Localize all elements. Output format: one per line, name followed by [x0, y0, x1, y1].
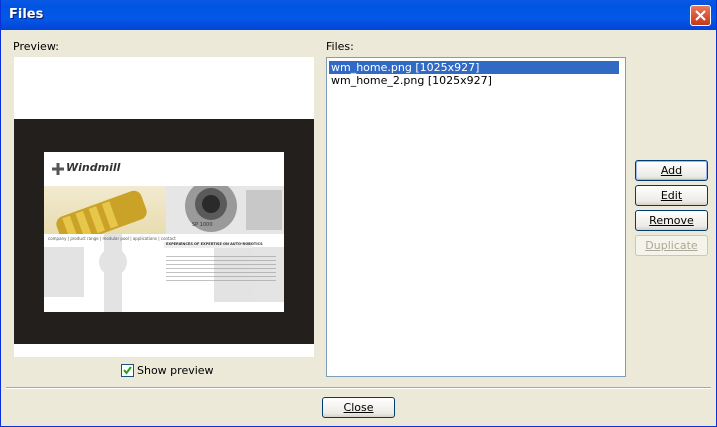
files-dialog: Files Preview: Windmill SP 1000 company …	[0, 0, 717, 427]
close-button-label: Close	[343, 401, 374, 414]
camera-lens-graphic	[185, 180, 282, 232]
website-thumbnail: Windmill SP 1000 company | product range…	[44, 152, 284, 312]
title-bar[interactable]: Files	[1, 0, 716, 30]
checkmark-icon	[123, 366, 132, 375]
edit-button[interactable]: Edit	[635, 185, 708, 206]
file-list-item[interactable]: wm_home_2.png [1025x927]	[329, 74, 494, 87]
thumbnail-heading: EXPERIENCES OF EXPERTISE ON AUTO-ROBOTIC…	[166, 242, 263, 246]
show-preview-checkbox[interactable]	[121, 364, 134, 377]
footer-divider	[6, 387, 711, 389]
window-title: Files	[9, 7, 44, 22]
duplicate-button[interactable]: Duplicate	[635, 235, 708, 256]
close-icon	[695, 10, 706, 21]
files-label: Files:	[326, 40, 354, 53]
gold-cylinder-graphic	[56, 190, 147, 246]
preview-label: Preview:	[13, 40, 59, 53]
thumbnail-header: Windmill	[44, 152, 284, 187]
show-preview-label[interactable]: Show preview	[137, 364, 214, 377]
duplicate-button-label: Duplicate	[645, 239, 698, 252]
file-list-item[interactable]: wm_home.png [1025x927]	[329, 61, 619, 74]
remove-button-label: Remove	[649, 214, 694, 227]
windmill-logo-icon	[52, 163, 64, 175]
close-button[interactable]: Close	[322, 397, 395, 418]
preview-image: Windmill SP 1000 company | product range…	[14, 119, 314, 344]
edit-button-label: Edit	[660, 189, 683, 202]
add-button-label: Add	[660, 164, 683, 177]
close-window-button[interactable]	[690, 5, 711, 26]
thumbnail-logo-text: Windmill	[66, 161, 121, 174]
files-listbox[interactable]: wm_home.png [1025x927] wm_home_2.png [10…	[326, 57, 626, 377]
thumbnail-nav: company | product range | modular pool |…	[48, 236, 176, 241]
preview-panel: Windmill SP 1000 company | product range…	[14, 57, 314, 357]
camera-text: SP 1000	[192, 222, 213, 228]
camera-image: SP 1000	[166, 180, 284, 234]
thumbnail-body-text	[166, 256, 276, 282]
remove-button[interactable]: Remove	[635, 210, 708, 231]
gold-part-image	[44, 186, 166, 246]
add-button[interactable]: Add	[635, 160, 708, 181]
